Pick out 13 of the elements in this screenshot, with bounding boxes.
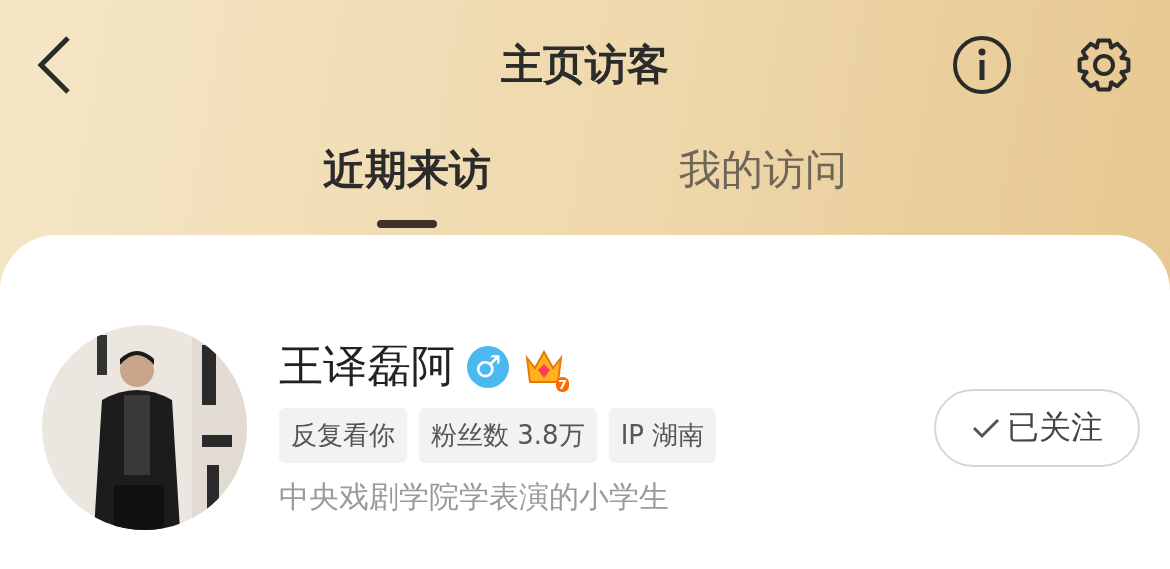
user-bio: 中央戏剧学院学表演的小学生 xyxy=(279,478,670,516)
tag: 粉丝数 3.8万 xyxy=(419,408,597,463)
back-icon[interactable] xyxy=(36,35,72,95)
tab[interactable]: 我的访问 xyxy=(679,130,847,235)
tab[interactable]: 近期来访 xyxy=(323,130,491,235)
gender-badge: ♂ xyxy=(467,345,509,388)
info-icon[interactable] xyxy=(952,35,1012,95)
tag: IP 湖南 xyxy=(608,408,717,463)
tag: 反复看你 xyxy=(279,408,407,463)
page-title: 主页访客 xyxy=(501,40,669,89)
follow-button[interactable]: 已关注 xyxy=(934,388,1140,467)
tab-indicator xyxy=(377,220,437,228)
user-name: 王译磊阿 xyxy=(279,339,455,393)
